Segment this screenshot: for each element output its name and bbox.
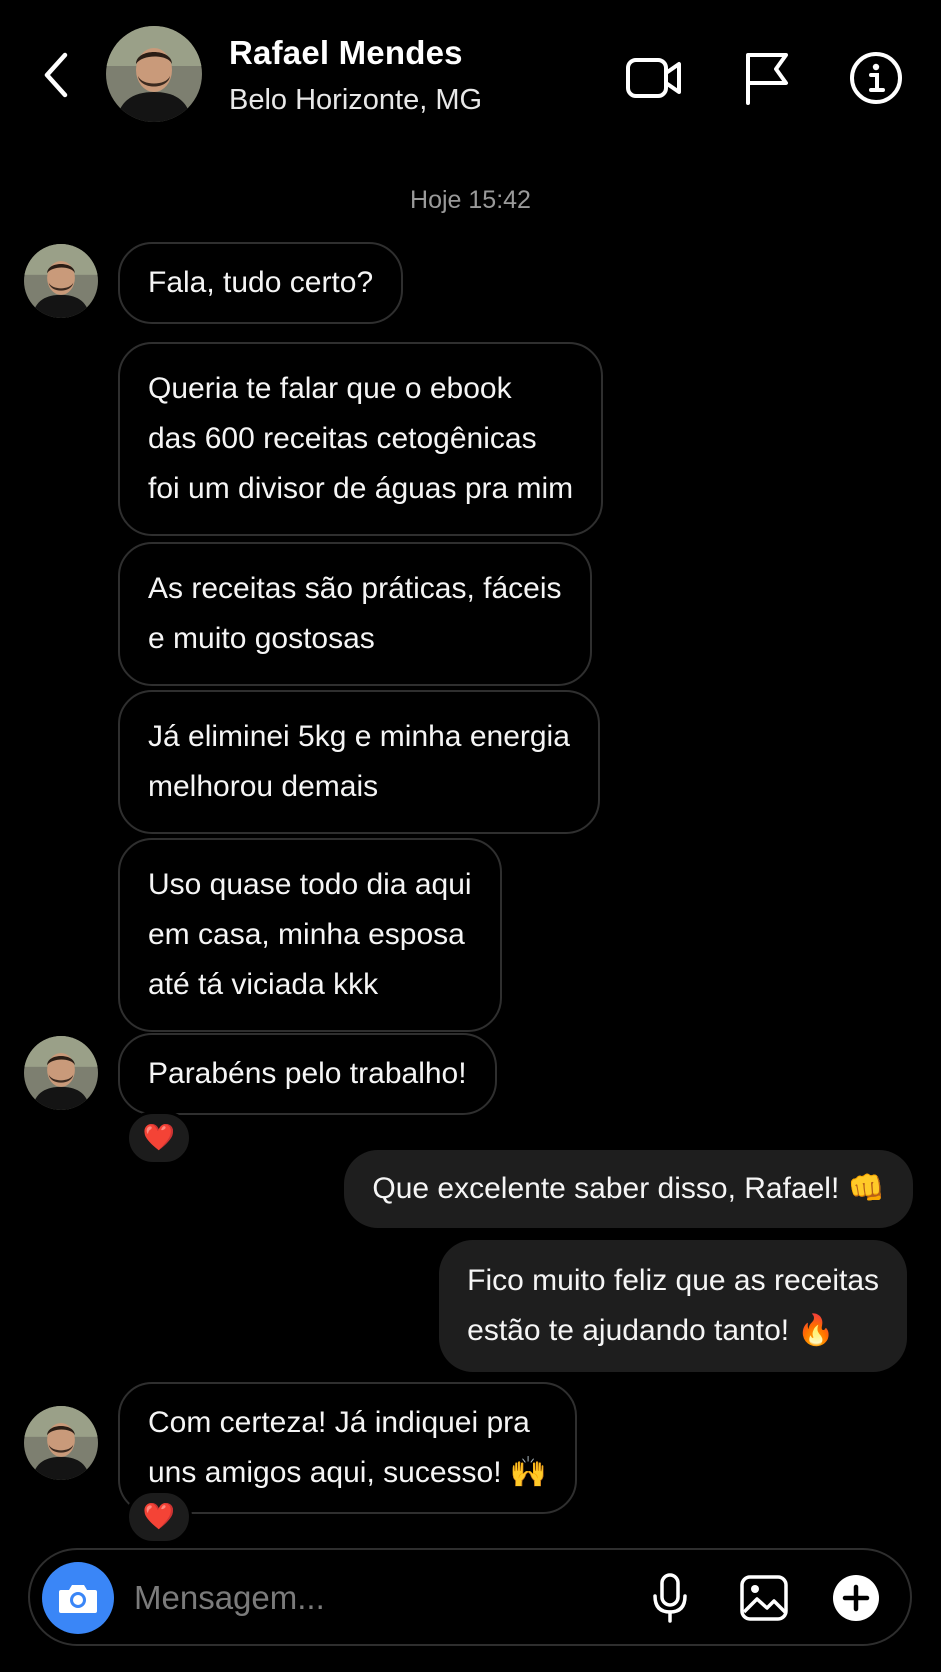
- message-line: e muito gostosas: [148, 622, 375, 655]
- message-line: Com certeza! Já indiquei pra: [148, 1406, 530, 1439]
- back-arrow-icon[interactable]: [36, 48, 76, 102]
- message-line: Fico muito feliz que as receitas: [467, 1264, 879, 1297]
- message-bubble-incoming[interactable]: Fala, tudo certo?: [118, 242, 404, 324]
- message-line: uns amigos aqui, sucesso! 🙌: [148, 1456, 548, 1489]
- gallery-icon[interactable]: [736, 1570, 792, 1626]
- message-line: Fala, tudo certo?: [148, 266, 374, 299]
- message-line: Já eliminei 5kg e minha energia: [148, 720, 570, 753]
- chat-header: Rafael Mendes Belo Horizonte, MG: [0, 0, 941, 150]
- message-bubble-incoming[interactable]: Já eliminei 5kg e minha energia melhorou…: [118, 690, 600, 834]
- message-line: Queria te falar que o ebook: [148, 372, 512, 405]
- message-bubble-outgoing[interactable]: Fico muito feliz que as receitas estão t…: [439, 1240, 907, 1372]
- plus-icon[interactable]: [828, 1570, 884, 1626]
- heart-reaction[interactable]: ❤️: [126, 1111, 192, 1165]
- message-line: foi um divisor de águas pra mim: [148, 472, 574, 505]
- video-call-icon[interactable]: [624, 48, 684, 108]
- avatar[interactable]: [24, 1036, 98, 1110]
- contact-location: Belo Horizonte, MG: [229, 84, 483, 116]
- heart-icon: ❤️: [142, 1123, 176, 1153]
- camera-icon: [59, 1585, 97, 1613]
- message-bubble-incoming[interactable]: Queria te falar que o ebook das 600 rece…: [118, 342, 604, 536]
- message-line: As receitas são práticas, fáceis: [148, 572, 562, 605]
- message-line: em casa, minha esposa: [148, 918, 465, 951]
- message-bubble-incoming[interactable]: As receitas são práticas, fáceis e muito…: [118, 542, 592, 686]
- conversation-timestamp: Hoje 15:42: [410, 186, 531, 214]
- message-line: melhorou demais: [148, 770, 379, 803]
- avatar[interactable]: [24, 244, 98, 318]
- message-line: das 600 receitas cetogênicas: [148, 422, 537, 455]
- message-line: estão te ajudando tanto! 🔥: [467, 1314, 835, 1347]
- camera-button[interactable]: [42, 1562, 114, 1634]
- message-bubble-outgoing[interactable]: Que excelente saber disso, Rafael! 👊: [344, 1150, 913, 1228]
- message-input[interactable]: [134, 1572, 614, 1624]
- avatar[interactable]: [106, 26, 202, 122]
- message-bubble-incoming[interactable]: Com certeza! Já indiquei pra uns amigos …: [118, 1382, 578, 1514]
- message-line: Que excelente saber disso, Rafael! 👊: [372, 1172, 885, 1205]
- message-bubble-incoming[interactable]: Uso quase todo dia aqui em casa, minha e…: [118, 838, 502, 1032]
- microphone-icon[interactable]: [642, 1570, 698, 1626]
- contact-name[interactable]: Rafael Mendes: [229, 34, 463, 72]
- flag-icon[interactable]: [736, 48, 796, 108]
- heart-icon: ❤️: [142, 1502, 176, 1532]
- avatar[interactable]: [24, 1406, 98, 1480]
- message-line: Uso quase todo dia aqui: [148, 868, 472, 901]
- message-line: até tá viciada kkk: [148, 968, 379, 1001]
- message-line: Parabéns pelo trabalho!: [148, 1057, 467, 1090]
- info-icon[interactable]: [846, 48, 906, 108]
- message-bubble-incoming[interactable]: Parabéns pelo trabalho!: [118, 1033, 497, 1115]
- message-composer: [28, 1548, 912, 1646]
- heart-reaction[interactable]: ❤️: [126, 1490, 192, 1544]
